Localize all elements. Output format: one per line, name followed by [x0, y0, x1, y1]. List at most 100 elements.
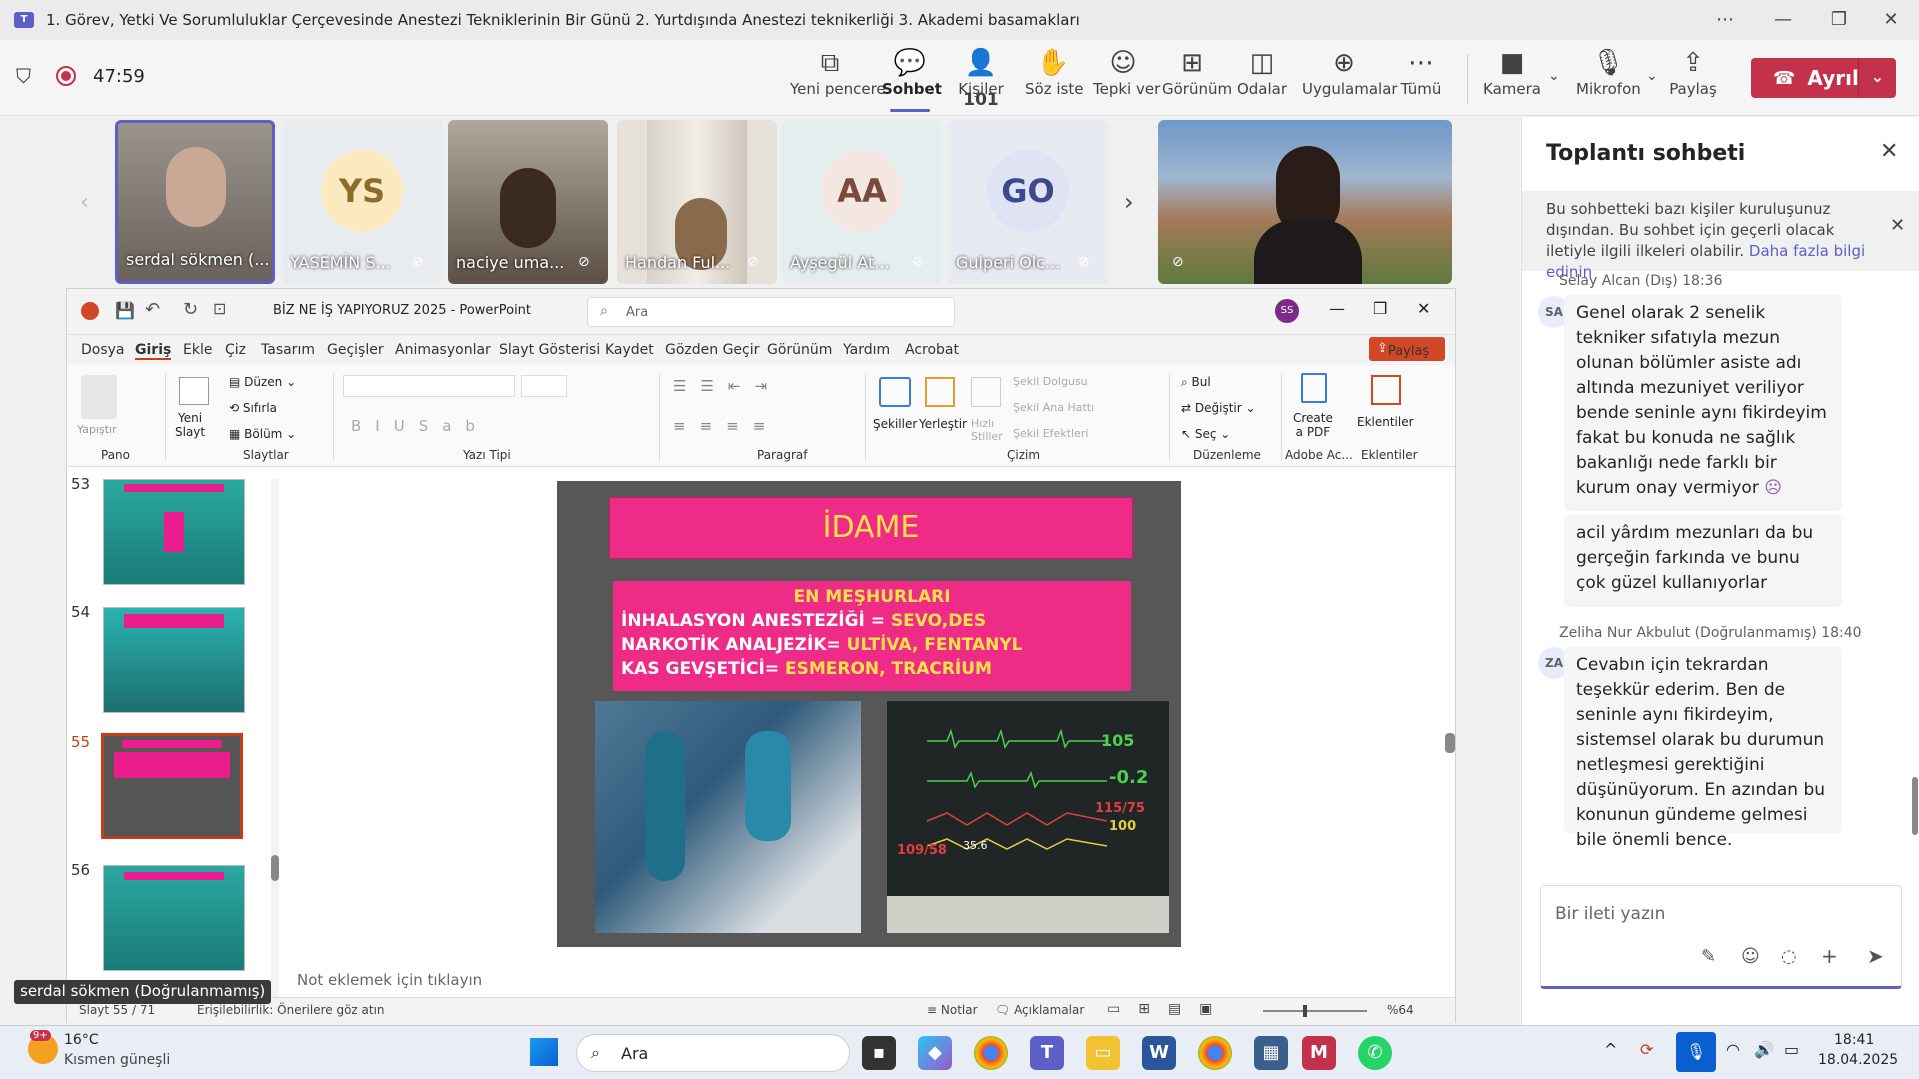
calculator-icon[interactable]: ▦ — [1254, 1036, 1288, 1070]
tab-giris[interactable]: Giriş — [135, 342, 172, 360]
message-compose-box[interactable]: Bir ileti yazın ✎ ☺ ◌ + ➤ — [1540, 885, 1902, 989]
find-button[interactable]: ⌕ Bul — [1181, 375, 1211, 390]
quick-styles-icon[interactable] — [971, 377, 1001, 407]
create-pdf-icon[interactable] — [1301, 373, 1327, 403]
slide-thumbnail[interactable] — [103, 865, 245, 971]
more-button[interactable]: ⋯ Tümü — [1396, 46, 1446, 110]
people-button[interactable]: 👤101 Kişiler — [948, 46, 1014, 110]
tab-acrobat[interactable]: Acrobat — [905, 342, 959, 358]
camera-chevron-icon[interactable]: ⌄ — [1548, 68, 1560, 84]
font-format-icons[interactable]: BIUSab — [351, 417, 489, 435]
slide-thumbnail[interactable] — [103, 479, 245, 585]
ppt-maximize-button[interactable]: ❐ — [1373, 299, 1387, 318]
tab-kaydet[interactable]: Kaydet — [605, 342, 654, 358]
leave-button[interactable]: ☎ Ayrıl ⌄ — [1751, 58, 1896, 98]
task-view-icon[interactable]: ▪ — [862, 1036, 896, 1070]
view-button[interactable]: ⊞ Görünüm — [1162, 46, 1232, 110]
notes-placeholder[interactable]: Not eklemek için tıklayın — [297, 971, 482, 989]
participant-tile[interactable]: Handan Ful... ⊘ — [617, 120, 777, 284]
whatsapp-icon[interactable]: ✆ — [1358, 1036, 1392, 1070]
mic-chevron-icon[interactable]: ⌄ — [1646, 68, 1658, 84]
loop-icon[interactable]: ◌ — [1781, 946, 1797, 967]
leave-chevron-icon[interactable]: ⌄ — [1858, 58, 1896, 98]
undo-icon[interactable]: ↶ — [145, 299, 160, 320]
view-mode-icons[interactable]: ▭⊞▤▣ — [1107, 1001, 1230, 1017]
font-family-select[interactable] — [343, 375, 515, 397]
slide-scrollbar[interactable] — [1445, 475, 1455, 945]
tab-yardim[interactable]: Yardım — [843, 342, 890, 358]
copilot-icon[interactable]: ◆ — [918, 1036, 952, 1070]
react-button[interactable]: ☺ Tepki ver — [1093, 46, 1160, 110]
replace-button[interactable]: ⇄ Değiştir ⌄ — [1181, 401, 1256, 415]
new-slide-icon[interactable] — [179, 377, 209, 405]
select-button[interactable]: ↖ Seç ⌄ — [1181, 427, 1230, 441]
slide-canvas[interactable]: İDAME EN MEŞHURLARI İNHALASYON ANESTEZİĞ… — [557, 481, 1181, 947]
wifi-icon[interactable]: ◠ — [1726, 1040, 1740, 1059]
clock-date[interactable]: 18.04.2025 — [1818, 1052, 1898, 1068]
chat-message[interactable]: Genel olarak 2 senelik tekniker sıfatıyl… — [1564, 295, 1842, 511]
chat-button[interactable]: 💬 Sohbet — [882, 46, 942, 112]
chrome-profile-icon[interactable] — [1198, 1036, 1232, 1070]
maximize-button[interactable]: ❐ — [1811, 0, 1867, 40]
tab-dosya[interactable]: Dosya — [81, 342, 125, 358]
participant-tile[interactable]: naciye uma... ⊘ — [448, 120, 608, 284]
participant-tile[interactable]: serdal sökmen (... — [115, 120, 275, 284]
tab-animasyonlar[interactable]: Animasyonlar — [395, 342, 491, 358]
comments-button[interactable]: 🗨 Açıklamalar — [995, 1003, 1084, 1017]
ppt-close-button[interactable]: ✕ — [1417, 299, 1430, 318]
accessibility-status[interactable]: Erişilebilirlik: Önerilere göz atın — [197, 1003, 385, 1017]
send-icon[interactable]: ➤ — [1867, 944, 1884, 968]
camera-button[interactable]: ■ Kamera — [1482, 46, 1542, 110]
ppt-minimize-button[interactable]: — — [1329, 299, 1345, 318]
tray-expand-icon[interactable]: ^ — [1604, 1040, 1617, 1059]
teams-icon[interactable]: T — [1030, 1036, 1064, 1070]
minimize-button[interactable]: — — [1755, 0, 1811, 40]
clock-time[interactable]: 18:41 — [1834, 1032, 1874, 1048]
save-icon[interactable]: 💾 — [115, 301, 135, 320]
ppt-search-box[interactable]: ⌕ Ara — [587, 297, 955, 327]
tab-ekle[interactable]: Ekle — [183, 342, 212, 358]
chat-message[interactable]: Cevabın için tekrardan teşekkür ederim. … — [1564, 647, 1842, 850]
battery-icon[interactable]: ▭ — [1784, 1040, 1799, 1059]
chat-message[interactable]: acil yârdım mezunları da bu gerçeğin far… — [1564, 515, 1842, 607]
reset-button[interactable]: ⟲ Sıfırla — [229, 401, 277, 415]
paste-icon[interactable] — [81, 375, 117, 419]
mcafee-icon[interactable]: M — [1302, 1036, 1336, 1070]
addins-icon[interactable] — [1371, 375, 1401, 405]
apps-button[interactable]: ⊕ Uygulamalar — [1302, 46, 1398, 110]
sync-icon[interactable]: ⟳ — [1640, 1040, 1653, 1059]
raise-hand-button[interactable]: ✋ Söz iste — [1025, 46, 1083, 110]
present-icon[interactable]: ⊡ — [213, 299, 226, 318]
align-icons[interactable]: ≡≡≡≡ — [673, 417, 779, 435]
close-banner-button[interactable]: ✕ — [1890, 215, 1905, 236]
share-button[interactable]: ⇪ Paylaş — [1666, 46, 1720, 110]
close-chat-button[interactable]: ✕ — [1880, 139, 1898, 164]
ppt-share-button[interactable]: ⇪ Paylaş — [1369, 337, 1445, 361]
volume-icon[interactable]: 🔊 — [1754, 1040, 1774, 1059]
format-icon[interactable]: ✎ — [1701, 946, 1716, 967]
arrange-icon[interactable] — [925, 377, 955, 407]
tab-slayt-gosterisi[interactable]: Slayt Gösterisi — [499, 342, 600, 358]
section-button[interactable]: ▦ Bölüm ⌄ — [229, 427, 296, 441]
tab-gecisler[interactable]: Geçişler — [327, 342, 384, 358]
participant-tile[interactable]: YS YASEMİN S... ⊘ — [282, 120, 442, 284]
participant-tile-large[interactable]: ⊘ — [1158, 120, 1452, 284]
participant-tile[interactable]: AA Ayşegül At... ⊘ — [782, 120, 942, 284]
tab-gorunum[interactable]: Görünüm — [767, 342, 832, 358]
list-icons[interactable]: ☰☰⇤⇥ — [673, 377, 781, 395]
tab-tasarim[interactable]: Tasarım — [261, 342, 315, 358]
emoji-icon[interactable]: ☺ — [1741, 946, 1760, 967]
more-options-icon[interactable]: ⋯ — [1697, 0, 1753, 40]
chat-scrollbar[interactable] — [1912, 777, 1918, 835]
thumbnail-scrollbar[interactable] — [271, 479, 279, 1009]
tab-ciz[interactable]: Çiz — [225, 342, 246, 358]
message-input[interactable]: Bir ileti yazın — [1555, 904, 1665, 924]
close-window-button[interactable]: ✕ — [1863, 0, 1919, 40]
rooms-button[interactable]: ◫ Odalar — [1236, 46, 1288, 110]
mic-button[interactable]: 🎙 Mikrofon — [1576, 46, 1641, 110]
word-icon[interactable]: W — [1142, 1036, 1176, 1070]
chrome-icon[interactable] — [974, 1036, 1008, 1070]
slide-thumbnail[interactable] — [103, 607, 245, 713]
zoom-level[interactable]: %64 — [1387, 1003, 1414, 1017]
mic-in-use-icon[interactable]: 🎙 — [1676, 1032, 1716, 1072]
